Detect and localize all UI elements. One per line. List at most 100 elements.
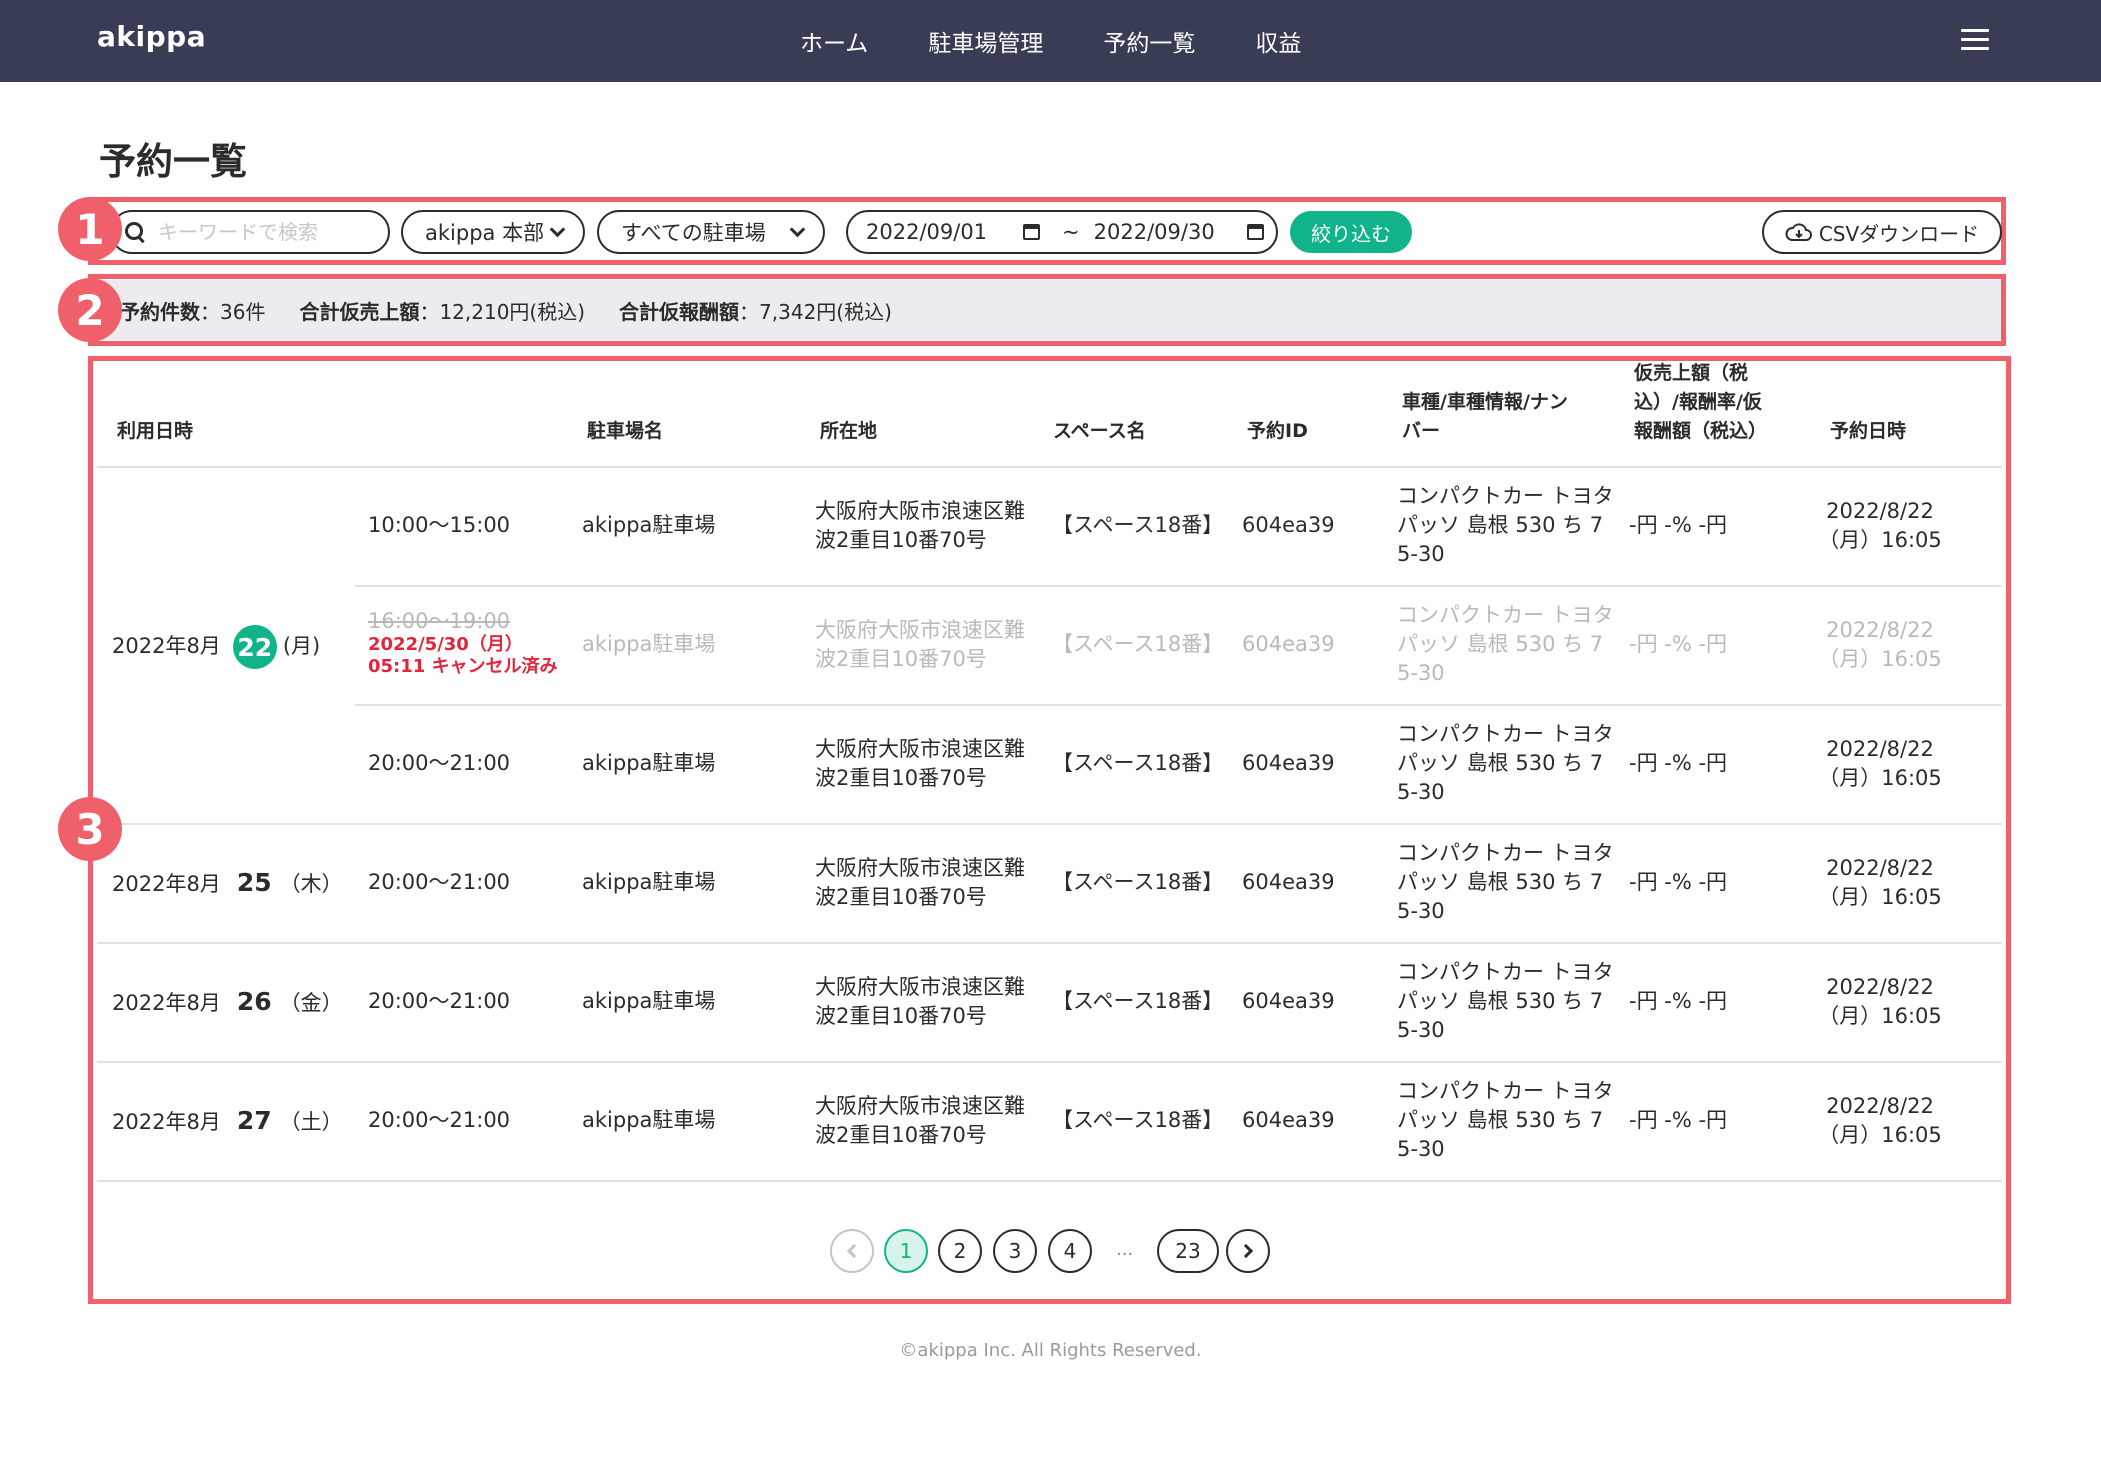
space-cell: 【スペース18番】 (1052, 870, 1224, 894)
pagination-prev-button[interactable] (830, 1229, 874, 1273)
nav-item-home[interactable]: ホーム (800, 24, 868, 58)
row-divider (97, 823, 2002, 825)
lot-cell: akippa駐車場 (582, 513, 716, 537)
booked-cell: 2022/8/22 （月）16:05 (1818, 737, 1942, 790)
day-highlight-badge: 22 (232, 625, 277, 669)
time-cell: 10:00〜15:00 (368, 513, 511, 537)
footer-copyright: ©akippa Inc. All Rights Reserved. (899, 1340, 1202, 1361)
date-from-input[interactable]: 2022/09/01 (866, 220, 987, 244)
car-cell: コンパクトカー トヨタ パッソ 島根 530 ち 7 5-30 (1397, 960, 1614, 1042)
cancel-date: 2022/5/30（月） (368, 634, 523, 655)
pagination-page-4[interactable]: 4 (1048, 1229, 1092, 1273)
time-cell: 20:00〜21:00 (368, 870, 511, 894)
chevron-down-icon (549, 221, 566, 237)
lot-cell: akippa駐車場 (582, 870, 716, 894)
date-cell: 2022年8月 27 （土） (112, 1106, 343, 1135)
column-header-lot: 駐車場名 (587, 420, 664, 442)
summary-total-sales: 合計仮売上額：12,210円(税込) (299, 299, 586, 324)
booked-cell: 2022/8/22 （月）16:05 (1818, 1094, 1942, 1147)
pagination-next-button[interactable] (1226, 1229, 1270, 1273)
summary-bar: 予約件数：36件 合計仮売上額：12,210円(税込) 合計仮報酬額：7,342… (92, 280, 2001, 340)
pagination-page-3[interactable]: 3 (993, 1229, 1037, 1273)
chevron-down-icon (789, 221, 806, 237)
column-header-space: スペース名 (1053, 420, 1146, 442)
weekday: (月) (282, 634, 321, 658)
row-divider (355, 704, 2002, 706)
organization-select[interactable]: akippa 本部 (401, 210, 585, 254)
csv-download-label: CSVダウンロード (1818, 221, 1980, 246)
car-cell: コンパクトカー トヨタ パッソ 島根 530 ち 7 5-30 (1397, 722, 1614, 804)
reservation-id-cell: 604ea39 (1242, 751, 1335, 775)
amount-cell: -円 -% -円 (1629, 632, 1728, 656)
pagination-page-1[interactable]: 1 (884, 1229, 928, 1273)
summary-total-reward: 合計仮報酬額：7,342円(税込) (619, 299, 892, 324)
reservation-id-cell: 604ea39 (1242, 989, 1335, 1013)
csv-download-button[interactable]: CSVダウンロード (1762, 210, 2002, 254)
pagination-page-23[interactable]: 23 (1157, 1229, 1219, 1273)
search-input[interactable] (158, 220, 378, 244)
main-nav: ホーム 駐車場管理 予約一覧 収益 (800, 0, 1361, 82)
date-cell: 2022年8月 26 （金） (112, 987, 343, 1016)
top-navigation-bar: akippa ホーム 駐車場管理 予約一覧 収益 (0, 0, 2101, 82)
amount-cell: -円 -% -円 (1629, 751, 1728, 775)
time-cell: 20:00〜21:00 (368, 751, 511, 775)
time-cell: 20:00〜21:00 (368, 989, 511, 1013)
callout-badge-3: 3 (58, 797, 122, 861)
lot-cell: akippa駐車場 (582, 989, 716, 1013)
date-cell: 2022年8月 25 （木） (112, 868, 343, 897)
cloud-download-icon (1785, 223, 1812, 241)
page-title: 予約一覧 (99, 140, 247, 183)
date-to-input[interactable]: 2022/09/30 (1094, 220, 1215, 244)
chevron-right-icon (1238, 1243, 1254, 1259)
time-cell: 20:00〜21:00 (368, 1108, 511, 1132)
lot-cell: akippa駐車場 (582, 1108, 716, 1132)
filter-button[interactable]: 絞り込む (1290, 211, 1412, 253)
reservation-id-cell: 604ea39 (1242, 632, 1335, 656)
column-header-booked: 予約日時 (1830, 420, 1907, 442)
row-divider (355, 585, 2002, 587)
calendar-icon[interactable] (1246, 224, 1264, 240)
address-cell: 大阪府大阪市浪速区難 波2重目10番70号 (815, 1094, 1025, 1147)
space-cell: 【スペース18番】 (1052, 989, 1224, 1013)
address-cell: 大阪府大阪市浪速区難 波2重目10番70号 (815, 618, 1025, 671)
callout-badge-2: 2 (58, 278, 122, 342)
column-header-amount: 仮売上額（税 込）/報酬率/仮 報酬額（税込） (1634, 362, 1768, 442)
chevron-left-icon (846, 1243, 862, 1259)
organization-select-value: akippa 本部 (425, 221, 545, 245)
column-header-address: 所在地 (820, 420, 878, 442)
booked-cell: 2022/8/22 （月）16:05 (1818, 975, 1942, 1028)
search-field[interactable] (110, 210, 390, 254)
group-date-cell: 2022年8月 22 (月) (112, 625, 320, 669)
nav-item-revenue[interactable]: 収益 (1255, 24, 1301, 58)
callout-badge-1: 1 (58, 197, 122, 261)
car-cell: コンパクトカー トヨタ パッソ 島根 530 ち 7 5-30 (1397, 1079, 1614, 1161)
reservation-id-cell: 604ea39 (1242, 1108, 1335, 1132)
lot-cell: akippa駐車場 (582, 751, 716, 775)
summary-reservation-count: 予約件数：36件 (120, 299, 266, 324)
car-cell: コンパクトカー トヨタ パッソ 島根 530 ち 7 5-30 (1397, 841, 1614, 923)
address-cell: 大阪府大阪市浪速区難 波2重目10番70号 (815, 737, 1025, 790)
date-range-field[interactable]: 2022/09/01 ~ 2022/09/30 (846, 210, 1278, 254)
calendar-icon[interactable] (1023, 224, 1041, 240)
nav-item-parking-management[interactable]: 駐車場管理 (928, 24, 1043, 58)
parking-lot-select-value: すべての駐車場 (621, 221, 766, 245)
parking-lot-select[interactable]: すべての駐車場 (597, 210, 825, 254)
car-cell: コンパクトカー トヨタ パッソ 島根 530 ち 7 5-30 (1397, 603, 1614, 685)
booked-cell: 2022/8/22 （月）16:05 (1818, 499, 1942, 552)
pagination-page-2[interactable]: 2 (938, 1229, 982, 1273)
reservation-id-cell: 604ea39 (1242, 513, 1335, 537)
space-cell: 【スペース18番】 (1052, 751, 1224, 775)
row-divider (97, 1061, 2002, 1063)
space-cell: 【スペース18番】 (1052, 513, 1224, 537)
cancelled-time-cell: 16:00〜19:00 2022/5/30（月） 05:11 キャンセル済み (368, 609, 558, 677)
amount-cell: -円 -% -円 (1629, 989, 1728, 1013)
hamburger-menu-icon[interactable] (1961, 29, 1989, 51)
row-divider (97, 466, 2002, 468)
date-range-separator: ~ (1062, 220, 1080, 244)
amount-cell: -円 -% -円 (1629, 870, 1728, 894)
brand-logo[interactable]: akippa (97, 20, 206, 53)
address-cell: 大阪府大阪市浪速区難 波2重目10番70号 (815, 975, 1025, 1028)
cancel-status: 05:11 キャンセル済み (368, 656, 558, 677)
nav-item-reservations[interactable]: 予約一覧 (1103, 24, 1195, 58)
column-header-car: 車種/車種情報/ナン バー (1402, 391, 1568, 442)
